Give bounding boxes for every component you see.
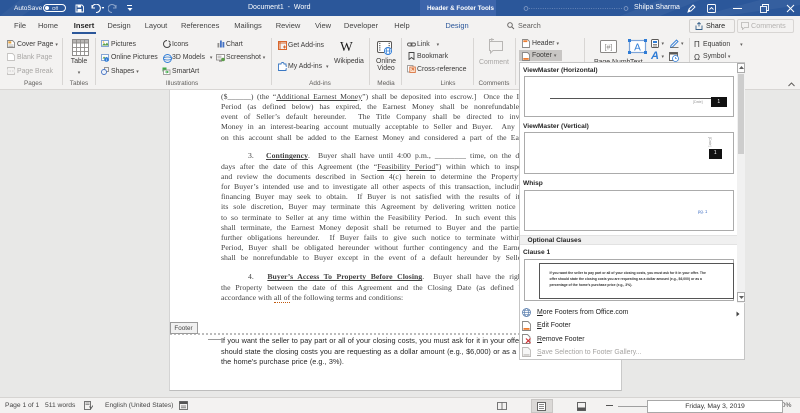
svg-text:[#]: [#] xyxy=(604,45,612,52)
svg-text:A: A xyxy=(634,43,641,54)
